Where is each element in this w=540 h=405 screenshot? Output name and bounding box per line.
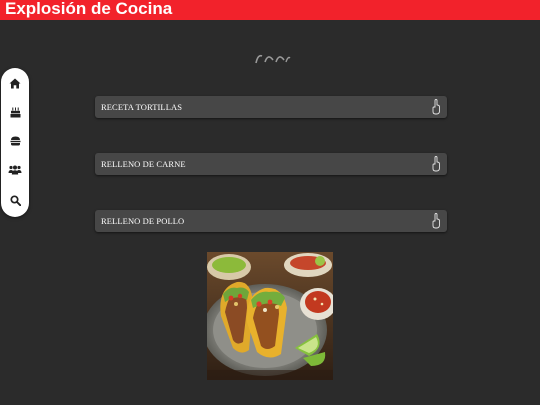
pointing-hand-icon bbox=[432, 99, 440, 115]
sidebar-item-home[interactable] bbox=[1, 72, 29, 94]
sidebar-item-burgers[interactable] bbox=[1, 130, 29, 152]
search-icon bbox=[9, 194, 21, 206]
users-icon bbox=[8, 165, 22, 175]
recipe-label: RECETA TORTILLAS bbox=[101, 102, 183, 112]
hamburger-icon bbox=[10, 136, 20, 146]
pointing-hand-icon bbox=[432, 156, 440, 172]
sidebar-item-cakes[interactable] bbox=[1, 101, 29, 123]
partial-logo-icon bbox=[252, 50, 292, 64]
pointing-hand-icon bbox=[432, 213, 440, 229]
recipe-button-pollo[interactable]: RELLENO DE POLLO bbox=[95, 210, 447, 232]
recipe-label: RELLENO DE CARNE bbox=[101, 159, 186, 169]
recipe-button-tortillas[interactable]: RECETA TORTILLAS bbox=[95, 96, 447, 118]
app-page: Explosión de Cocina RECETA TORTILLAS REL… bbox=[0, 0, 540, 405]
top-bar: Explosión de Cocina bbox=[0, 0, 540, 20]
recipe-button-carne[interactable]: RELLENO DE CARNE bbox=[95, 153, 447, 175]
recipe-label: RELLENO DE POLLO bbox=[101, 216, 185, 226]
sidebar-nav bbox=[1, 68, 29, 217]
home-icon bbox=[9, 78, 21, 88]
sidebar-item-community[interactable] bbox=[1, 159, 29, 181]
tacos-photo bbox=[207, 252, 333, 380]
app-title: Explosión de Cocina bbox=[5, 0, 173, 18]
sidebar-item-search[interactable] bbox=[1, 189, 29, 211]
birthday-cake-icon bbox=[10, 107, 20, 117]
